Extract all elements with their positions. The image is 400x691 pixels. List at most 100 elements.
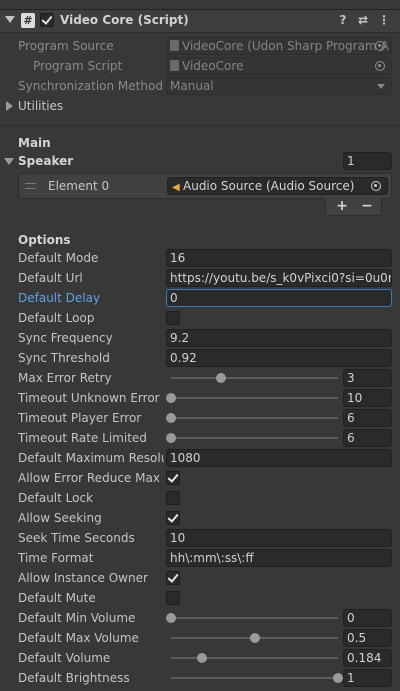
default-volume-field[interactable]: 0.184: [343, 649, 392, 667]
default-mode-field[interactable]: 16: [166, 249, 392, 267]
default-lock-row: Default Lock: [0, 488, 400, 508]
default-min-volume-slider[interactable]: [171, 617, 338, 619]
program-source-label: Program Source: [18, 39, 114, 53]
object-picker-icon[interactable]: [375, 61, 385, 71]
asset-icon: [170, 40, 179, 51]
default-volume-row: Default Volume 0.184: [0, 648, 400, 668]
timeout-unknown-error-label: Timeout Unknown Error: [18, 391, 160, 405]
allow-instance-owner-row: Allow Instance Owner: [0, 568, 400, 588]
default-min-volume-row: Default Min Volume 0: [0, 608, 400, 628]
default-loop-row: Default Loop: [0, 308, 400, 328]
allow-error-reduce-row: Allow Error Reduce Max Resolution: [0, 468, 400, 488]
slider-thumb[interactable]: [196, 653, 207, 663]
timeout-unknown-error-slider[interactable]: [171, 397, 338, 399]
allow-seeking-label: Allow Seeking: [18, 511, 102, 525]
sync-frequency-field[interactable]: 9.2: [166, 329, 392, 347]
program-source-field[interactable]: VideoCore (Udon Sharp Program A: [166, 37, 392, 55]
timeout-rate-limited-label: Timeout Rate Limited: [18, 431, 147, 445]
options-heading: Options: [18, 233, 71, 247]
timeout-player-error-field[interactable]: 6: [343, 409, 392, 427]
sync-method-dropdown[interactable]: Manual: [166, 77, 392, 95]
preset-icon[interactable]: ⇄: [356, 13, 370, 27]
component-enabled-checkbox[interactable]: [40, 13, 54, 27]
default-loop-label: Default Loop: [18, 311, 95, 325]
default-lock-checkbox[interactable]: [166, 491, 180, 505]
default-url-label: Default Url: [18, 271, 83, 285]
default-min-volume-field[interactable]: 0: [343, 609, 392, 627]
speaker-foldout[interactable]: Speaker 1: [0, 151, 400, 171]
default-max-resolution-row: Default Maximum Resolution 1080: [0, 448, 400, 468]
timeout-player-error-row: Timeout Player Error 6: [0, 408, 400, 428]
slider-thumb[interactable]: [166, 393, 176, 403]
remove-element-button[interactable]: −: [357, 198, 377, 215]
object-picker-icon[interactable]: [371, 181, 381, 191]
program-script-field[interactable]: VideoCore: [166, 57, 392, 75]
speaker-size-field[interactable]: 1: [343, 152, 392, 170]
utilities-foldout[interactable]: Utilities: [0, 96, 400, 116]
timeout-rate-limited-field[interactable]: 6: [343, 429, 392, 447]
slider-thumb[interactable]: [249, 633, 260, 643]
seek-time-seconds-field[interactable]: 10: [166, 529, 392, 547]
main-heading-row: Main: [0, 133, 400, 153]
default-max-volume-label: Default Max Volume: [18, 631, 139, 645]
chevron-down-icon: [377, 84, 385, 89]
timeout-rate-limited-slider[interactable]: [171, 437, 338, 439]
default-loop-checkbox[interactable]: [166, 311, 180, 325]
component-header[interactable]: # Video Core (Script) ? ⇄ ⋮: [0, 9, 400, 33]
program-source-value: VideoCore (Udon Sharp Program A: [182, 39, 389, 53]
sync-threshold-label: Sync Threshold: [18, 351, 110, 365]
default-brightness-slider[interactable]: [171, 677, 338, 679]
seek-time-seconds-row: Seek Time Seconds 10: [0, 528, 400, 548]
sync-frequency-label: Sync Frequency: [18, 331, 113, 345]
default-brightness-row: Default Brightness 1: [0, 668, 400, 688]
help-icon[interactable]: ?: [336, 13, 350, 27]
default-brightness-field[interactable]: 1: [343, 669, 392, 687]
slider-thumb[interactable]: [216, 373, 227, 383]
program-source-row: Program Source VideoCore (Udon Sharp Pro…: [0, 36, 400, 56]
timeout-unknown-error-row: Timeout Unknown Error 10: [0, 388, 400, 408]
audio-source-field[interactable]: ◀ Audio Source (Audio Source): [167, 177, 388, 195]
max-error-retry-slider[interactable]: [171, 377, 338, 379]
program-script-label: Program Script: [33, 59, 123, 73]
default-delay-field[interactable]: 0: [166, 289, 392, 307]
utilities-label: Utilities: [18, 99, 64, 113]
slider-thumb[interactable]: [166, 613, 176, 623]
default-min-volume-label: Default Min Volume: [18, 611, 136, 625]
add-element-button[interactable]: +: [332, 198, 352, 215]
default-url-field[interactable]: https://youtu.be/s_k0vPixci0?si=0u0rlV: [166, 269, 392, 287]
default-volume-label: Default Volume: [18, 651, 111, 665]
slider-thumb[interactable]: [166, 433, 176, 443]
audio-source-value: Audio Source (Audio Source): [183, 179, 355, 193]
timeout-player-error-slider[interactable]: [171, 417, 338, 419]
slider-thumb[interactable]: [333, 673, 343, 683]
audio-source-icon: ◀: [172, 182, 180, 193]
timeout-unknown-error-field[interactable]: 10: [343, 389, 392, 407]
timeout-player-error-label: Timeout Player Error: [18, 411, 142, 425]
default-url-row: Default Url https://youtu.be/s_k0vPixci0…: [0, 268, 400, 288]
foldout-right-icon: [6, 101, 13, 111]
default-max-volume-field[interactable]: 0.5: [343, 629, 392, 647]
default-delay-label: Default Delay: [18, 291, 101, 305]
allow-error-reduce-checkbox[interactable]: [166, 471, 180, 485]
time-format-field[interactable]: hh\:mm\:ss\:ff: [166, 549, 392, 567]
foldout-down-icon: [4, 158, 14, 165]
sync-method-value: Manual: [170, 79, 214, 93]
allow-error-reduce-label: Allow Error Reduce Max Resolution: [18, 471, 164, 485]
default-mute-row: Default Mute: [0, 588, 400, 608]
allow-seeking-checkbox[interactable]: [166, 511, 180, 525]
program-script-value: VideoCore: [182, 59, 244, 73]
default-mute-checkbox[interactable]: [166, 591, 180, 605]
sync-threshold-field[interactable]: 0.92: [166, 349, 392, 367]
script-icon: #: [21, 13, 35, 28]
max-error-retry-field[interactable]: 3: [343, 369, 392, 387]
default-delay-row: Default Delay 0: [0, 288, 400, 308]
default-mute-label: Default Mute: [18, 591, 96, 605]
drag-handle-icon[interactable]: [25, 183, 36, 189]
divider: [0, 125, 400, 126]
default-max-resolution-field[interactable]: 1080: [166, 449, 392, 467]
foldout-arrow-icon[interactable]: [5, 16, 15, 23]
allow-instance-owner-checkbox[interactable]: [166, 571, 180, 585]
slider-thumb[interactable]: [166, 413, 176, 423]
object-picker-icon[interactable]: [375, 41, 385, 51]
kebab-menu-icon[interactable]: ⋮: [377, 13, 391, 27]
